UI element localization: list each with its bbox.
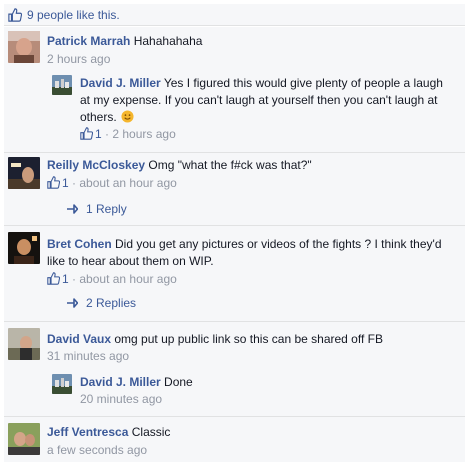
comment-text-line-1: Did you get any pictures or videos of th… (115, 237, 442, 251)
comment-item: Reilly McCloskey Omg "what the f#ck was … (4, 153, 465, 225)
reply-text-line-2: at my expense. If you can't laugh at you… (80, 93, 438, 107)
avatar[interactable] (8, 31, 40, 63)
reply-link-label: 1 Reply (86, 202, 127, 216)
comment-author[interactable]: Bret Cohen (47, 237, 112, 251)
avatar[interactable] (52, 75, 72, 95)
comment-item: Bret Cohen Did you get any pictures or v… (4, 226, 465, 321)
reply-time[interactable]: 2 hours ago (112, 127, 175, 141)
separator: · (72, 272, 77, 286)
reply-text: Done (164, 375, 193, 389)
reply-arrow-icon (67, 204, 78, 214)
comment-time[interactable]: about an hour ago (79, 272, 176, 286)
comment-text: Classic (131, 425, 171, 439)
comment-time[interactable]: 31 minutes ago (47, 348, 129, 364)
avatar[interactable] (8, 423, 40, 455)
comment-item: Patrick Marrah Hahahahaha 2 hours ago Da… (4, 27, 465, 152)
like-count[interactable]: 1 (62, 176, 69, 190)
comment-author[interactable]: Jeff Ventresca (47, 425, 128, 439)
comment-item: David Vaux omg put up public link so thi… (4, 322, 465, 416)
comment-text: Omg "what the f#ck was that?" (148, 158, 312, 172)
reply-arrow-icon (67, 298, 78, 308)
view-replies-link[interactable]: 2 Replies (66, 296, 136, 310)
thumbs-up-icon (8, 7, 22, 22)
thumbs-up-icon[interactable] (80, 127, 93, 140)
avatar[interactable] (8, 328, 40, 360)
comment-time[interactable]: about an hour ago (79, 176, 176, 190)
likes-count-link[interactable]: 9 people like this. (27, 8, 120, 22)
comment-text: Hahahahaha (133, 34, 203, 48)
comment-time[interactable]: a few seconds ago (47, 442, 147, 458)
reply-text-line-1: Yes I figured this would give plenty of … (163, 76, 443, 90)
separator: · (72, 176, 77, 190)
comment-time[interactable]: 2 hours ago (47, 51, 110, 67)
comment-author[interactable]: Patrick Marrah (47, 34, 130, 48)
thumbs-up-icon[interactable] (47, 176, 60, 189)
reply-time[interactable]: 20 minutes ago (80, 391, 162, 407)
comment-author[interactable]: David Vaux (47, 332, 111, 346)
comment-item: Jeff Ventresca Classic a few seconds ago (4, 417, 465, 462)
reply-author[interactable]: David J. Miller (80, 375, 161, 389)
likes-summary: 9 people like this. (4, 4, 465, 26)
like-count[interactable]: 1 (62, 272, 69, 286)
thumbs-up-icon[interactable] (47, 272, 60, 285)
comment-feed: 9 people like this. Patrick Marrah Hahah… (0, 0, 469, 466)
comment-text-line-2: like to hear about them on WIP. (47, 254, 214, 268)
comment-text: omg put up public link so this can be sh… (114, 332, 383, 346)
view-replies-link[interactable]: 1 Reply (66, 202, 127, 216)
reply-author[interactable]: David J. Miller (80, 76, 161, 90)
avatar[interactable] (8, 232, 40, 264)
avatar[interactable] (52, 374, 72, 394)
like-count[interactable]: 1 (95, 127, 102, 141)
comment-author[interactable]: Reilly McCloskey (47, 158, 145, 172)
reply-text-line-3: others. (80, 110, 117, 124)
smiley-emoji-icon (121, 110, 134, 123)
separator: · (105, 127, 110, 141)
avatar[interactable] (8, 157, 40, 189)
reply-link-label: 2 Replies (86, 296, 137, 310)
